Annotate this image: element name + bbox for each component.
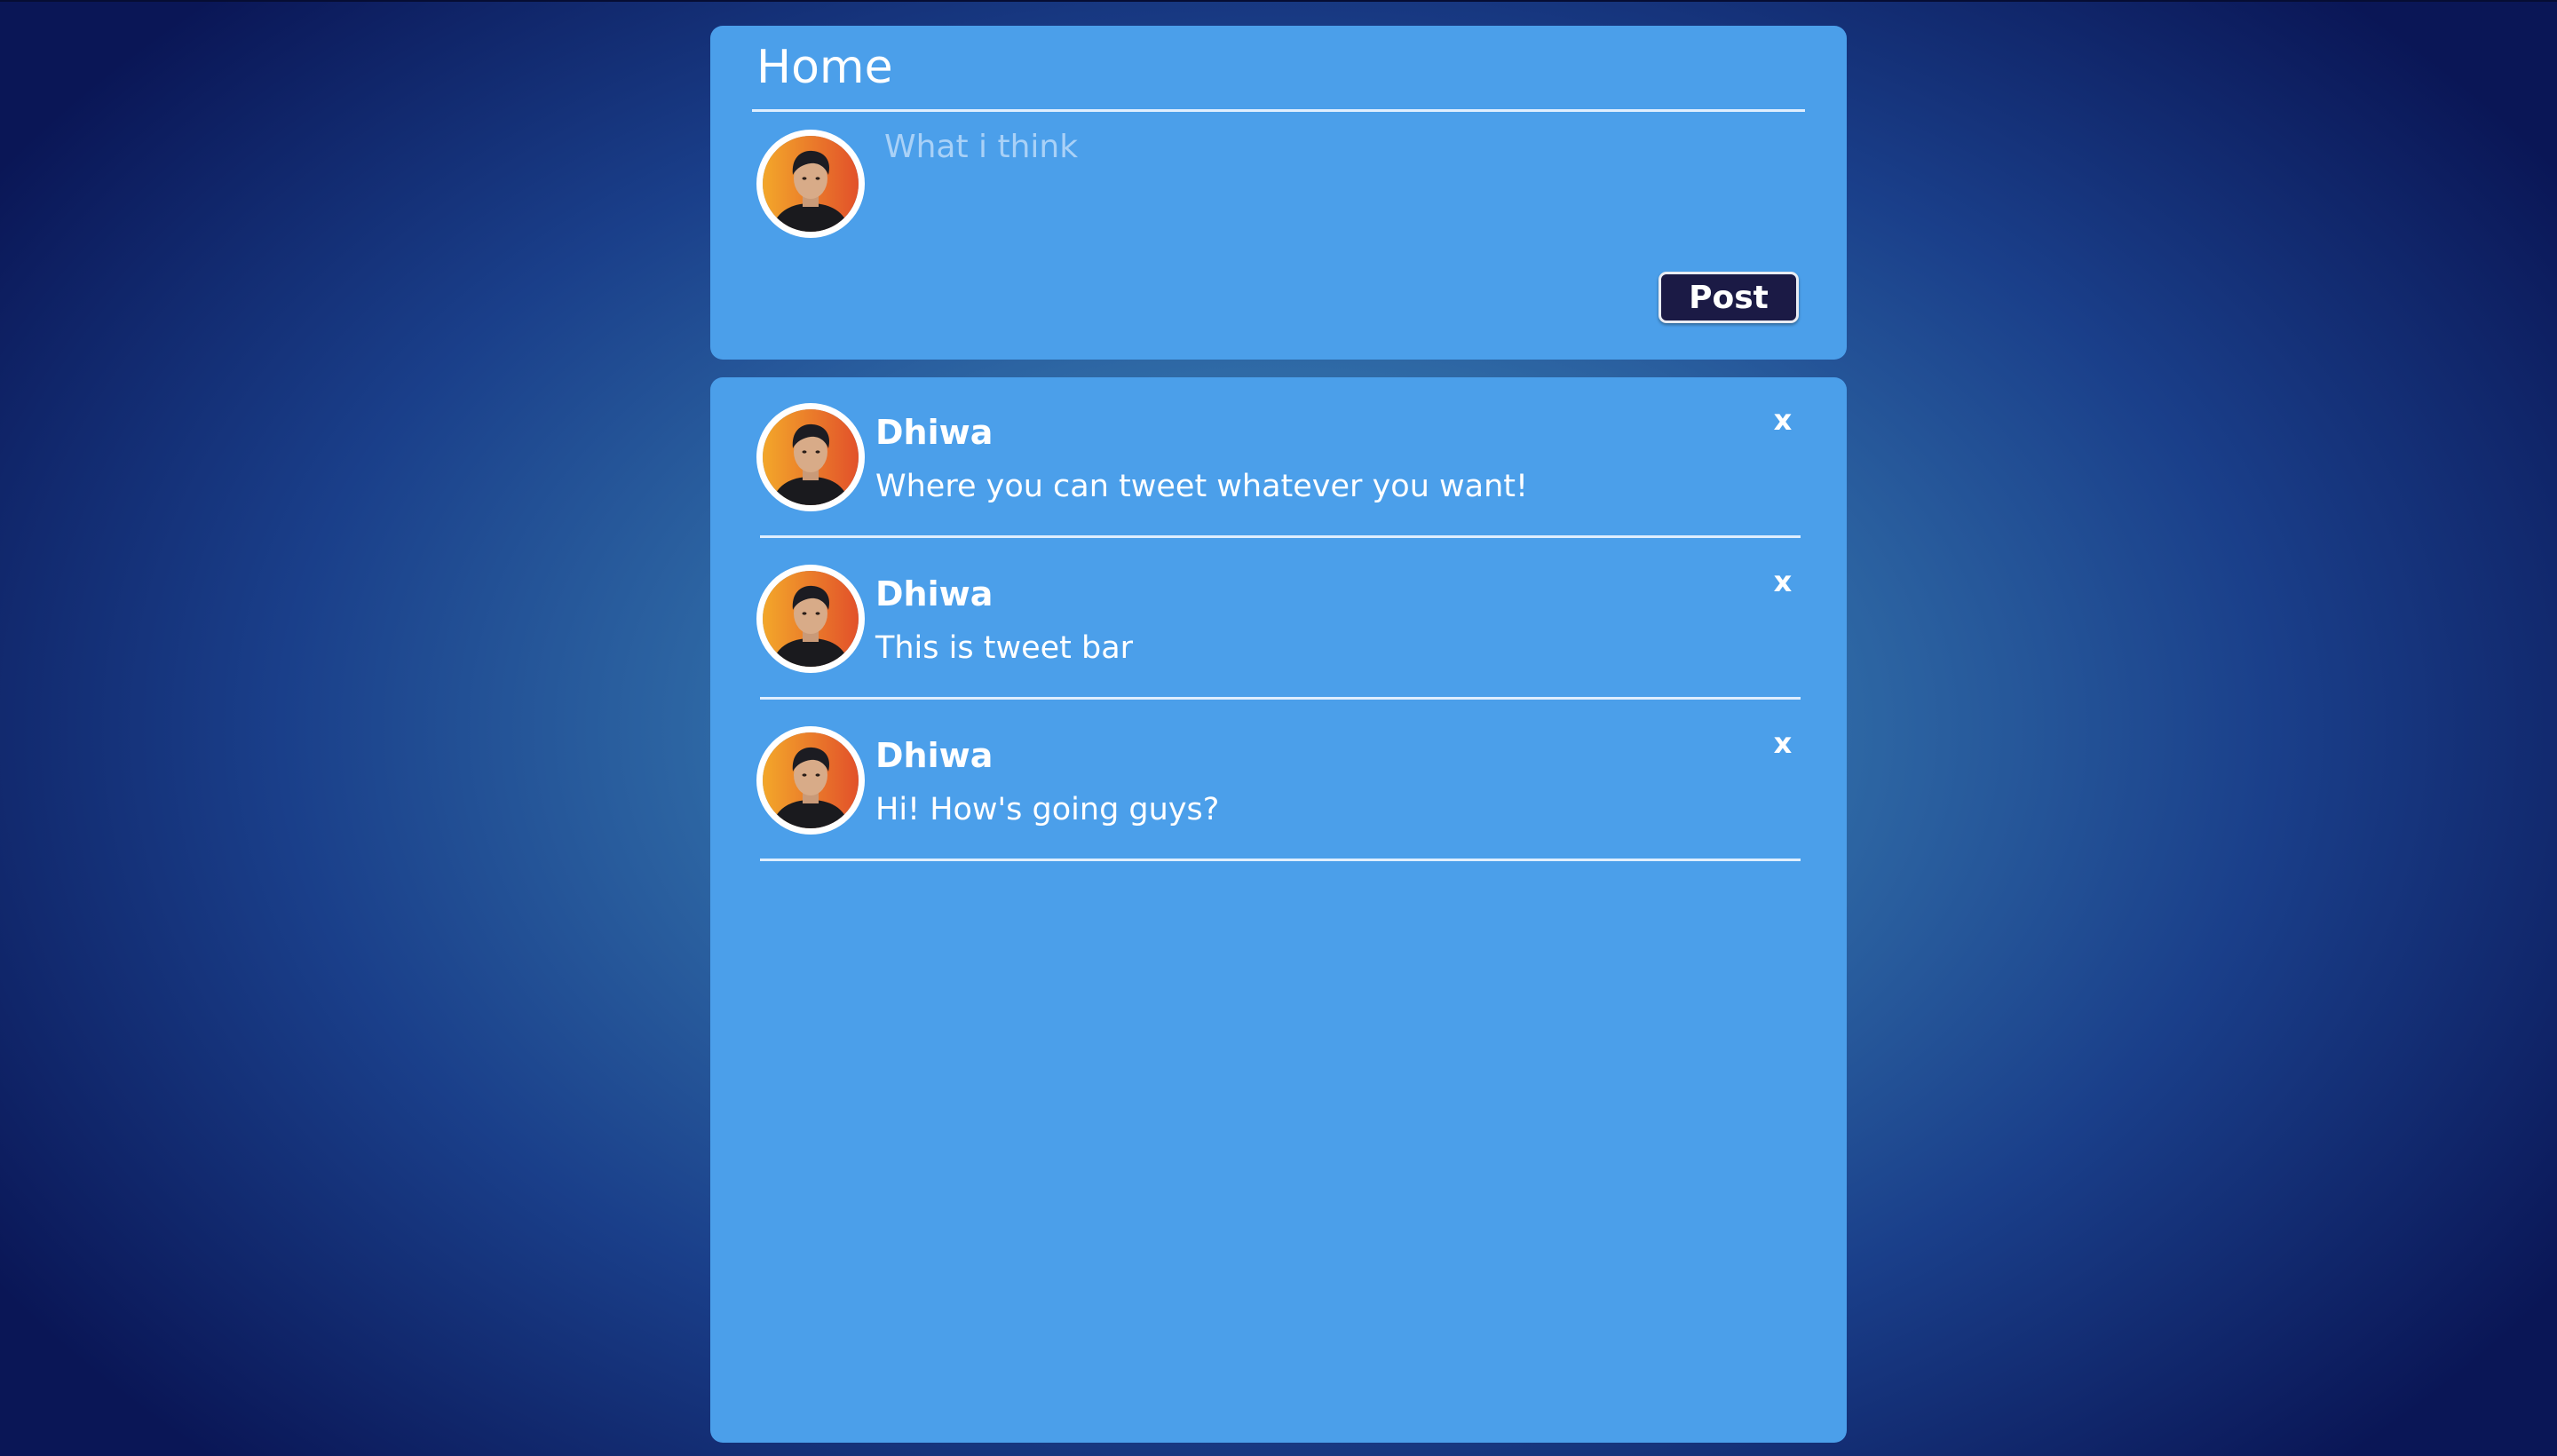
page-title: Home — [756, 41, 893, 94]
avatar-icon — [763, 571, 859, 667]
tweet-divider — [760, 697, 1801, 700]
tweet-divider — [760, 535, 1801, 538]
top-edge-line — [0, 0, 2557, 2]
compose-card: Home Post — [710, 26, 1847, 360]
avatar-icon — [763, 136, 859, 232]
tweet-item: Dhiwa This is tweet bar x — [710, 539, 1847, 700]
avatar-icon — [763, 409, 859, 505]
tweet-author: Dhiwa — [875, 736, 994, 775]
tweet-text: This is tweet bar — [875, 630, 1134, 666]
close-icon[interactable]: x — [1765, 564, 1801, 599]
close-icon[interactable]: x — [1765, 725, 1801, 761]
tweet-divider — [760, 859, 1801, 861]
post-button[interactable]: Post — [1658, 272, 1799, 323]
tweet-avatar — [756, 403, 865, 511]
avatar-icon — [763, 732, 859, 828]
tweet-author: Dhiwa — [875, 574, 994, 613]
compose-avatar — [756, 130, 865, 238]
tweet-avatar — [756, 565, 865, 673]
feed-card: Dhiwa Where you can tweet whatever you w… — [710, 377, 1847, 1443]
close-icon[interactable]: x — [1765, 402, 1801, 438]
tweet-avatar — [756, 726, 865, 835]
title-divider — [752, 109, 1805, 112]
tweet-text: Hi! How's going guys? — [875, 792, 1220, 827]
compose-input[interactable] — [884, 129, 1790, 235]
tweet-item: Dhiwa Hi! How's going guys? x — [710, 700, 1847, 862]
tweet-author: Dhiwa — [875, 413, 994, 452]
tweet-item: Dhiwa Where you can tweet whatever you w… — [710, 377, 1847, 539]
tweet-text: Where you can tweet whatever you want! — [875, 469, 1529, 504]
